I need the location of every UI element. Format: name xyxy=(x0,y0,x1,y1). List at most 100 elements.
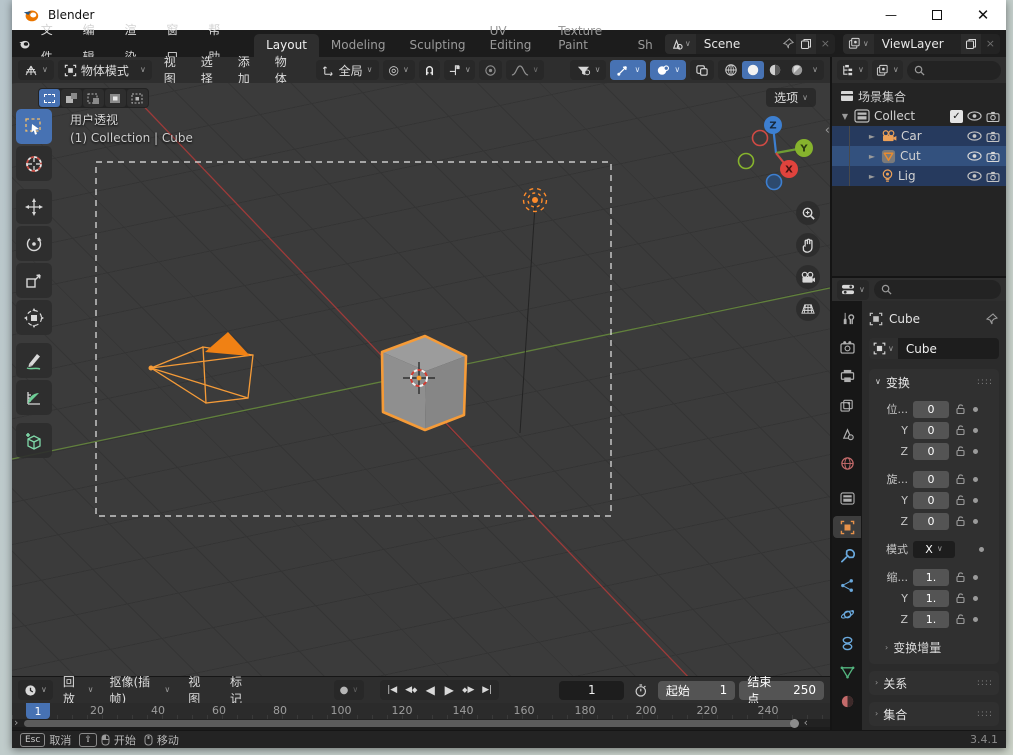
rotation-z-field[interactable]: 0 xyxy=(913,512,949,530)
object-browse-button[interactable]: ∨ xyxy=(869,338,898,359)
tab-modifiers[interactable] xyxy=(833,545,861,567)
scene-unlink-button[interactable]: × xyxy=(816,37,835,50)
tab-output[interactable] xyxy=(833,365,861,387)
render-visibility-icon[interactable] xyxy=(986,171,1000,182)
visibility-dropdown[interactable]: ∨ xyxy=(569,60,607,80)
expand-arrow-icon[interactable]: ► xyxy=(867,132,877,141)
minimize-button[interactable]: — xyxy=(868,0,914,30)
tab-particles[interactable] xyxy=(833,574,861,596)
menu-object[interactable]: 物体 xyxy=(267,53,300,87)
timeline-editor-type-button[interactable]: ∨ xyxy=(18,680,53,700)
delta-transform-panel[interactable]: › 变换增量 xyxy=(875,639,993,656)
select-subtract-button[interactable] xyxy=(83,89,104,107)
tool-move[interactable] xyxy=(16,189,52,224)
expand-arrow-icon[interactable]: ► xyxy=(867,152,877,161)
scale-x-field[interactable]: 1. xyxy=(913,568,949,586)
expand-arrow-icon[interactable]: ► xyxy=(867,172,877,181)
panel-grip[interactable]: :::: xyxy=(977,377,993,387)
sidebar-collapse-arrow[interactable]: ‹ xyxy=(825,123,830,138)
outliner-search-input[interactable] xyxy=(906,60,1001,80)
tool-rotate[interactable] xyxy=(16,226,52,261)
tab-material[interactable] xyxy=(833,690,861,712)
scene-browse-button[interactable]: ∨ xyxy=(664,33,696,54)
location-x-field[interactable]: 0 xyxy=(913,400,949,418)
tab-tool[interactable] xyxy=(833,307,861,329)
axis-x-ball[interactable]: X xyxy=(780,160,798,178)
lock-icon[interactable] xyxy=(954,613,966,625)
animate-dot[interactable] xyxy=(973,406,978,412)
animate-dot[interactable] xyxy=(973,448,978,454)
object-row-camera[interactable]: ► Car xyxy=(832,126,1006,146)
tab-object[interactable] xyxy=(833,516,861,538)
stopwatch-icon[interactable] xyxy=(634,683,648,698)
rotation-mode-selector[interactable]: X ∨ xyxy=(913,540,955,558)
tab-view-layer[interactable] xyxy=(833,394,861,416)
animate-dot[interactable] xyxy=(973,616,978,622)
tab-object-data[interactable] xyxy=(833,661,861,683)
show-gizmo-toggle[interactable]: ∨ xyxy=(610,60,647,80)
prev-keyframe-button[interactable]: ◀ ◆ xyxy=(402,681,420,699)
blender-menu-icon[interactable] xyxy=(18,37,31,51)
animate-dot[interactable] xyxy=(973,574,978,580)
lock-icon[interactable] xyxy=(954,424,966,436)
tab-texture-paint[interactable]: Texture Paint xyxy=(546,20,625,57)
camera-object[interactable] xyxy=(148,332,254,404)
menu-view[interactable]: 视图 xyxy=(156,53,189,87)
lock-icon[interactable] xyxy=(954,571,966,583)
play-reverse-button[interactable]: ◀ xyxy=(421,681,439,699)
tab-shading[interactable]: Sh xyxy=(626,34,665,57)
tab-scene[interactable] xyxy=(833,423,861,445)
scale-z-field[interactable]: 1. xyxy=(913,610,949,628)
transform-orientation-selector[interactable]: 全局 ∨ xyxy=(315,60,379,80)
properties-editor-type-button[interactable]: ∨ xyxy=(837,279,869,300)
viewport-3d[interactable]: 选项 ∨ 用户透视 (1) Collection | Cube Z Y X ‹ xyxy=(12,83,830,676)
expand-arrow-icon[interactable]: ▼ xyxy=(840,112,850,121)
tab-constraints[interactable] xyxy=(833,632,861,654)
render-visibility-icon[interactable] xyxy=(986,111,1000,122)
lock-icon[interactable] xyxy=(954,515,966,527)
show-overlays-toggle[interactable]: ∨ xyxy=(650,60,687,80)
auto-keying-button[interactable]: ● ∨ xyxy=(333,680,365,700)
playback-menu[interactable]: 回放 ∨ xyxy=(57,675,100,706)
mode-selector[interactable]: 物体模式 ∨ xyxy=(57,60,152,80)
maximize-button[interactable] xyxy=(914,0,960,30)
lock-icon[interactable] xyxy=(954,494,966,506)
scrollbar-knob[interactable] xyxy=(790,719,799,728)
playhead[interactable]: 1 xyxy=(26,703,50,719)
animate-dot[interactable] xyxy=(973,427,978,433)
rotation-x-field[interactable]: 0 xyxy=(913,470,949,488)
orthographic-toggle-button[interactable] xyxy=(796,297,820,321)
timeline-scrollbar[interactable] xyxy=(24,719,799,728)
tab-physics[interactable] xyxy=(833,603,861,625)
scroll-left-arrow[interactable]: › xyxy=(14,716,18,729)
tab-render[interactable] xyxy=(833,336,861,358)
shading-material-button[interactable] xyxy=(764,61,786,79)
select-intersect-button[interactable] xyxy=(127,89,148,107)
object-row-cube[interactable]: ► Cut xyxy=(832,146,1006,166)
timeline-ruler[interactable]: 20 40 60 80 100 120 140 160 180 200 220 … xyxy=(12,703,830,719)
tool-annotate[interactable] xyxy=(16,343,52,378)
view-layer-copy-button[interactable] xyxy=(960,33,981,54)
close-button[interactable]: ✕ xyxy=(960,0,1006,30)
jump-to-end-button[interactable]: ▶ | xyxy=(478,681,496,699)
proportional-falloff-selector[interactable]: ∨ xyxy=(505,60,544,80)
transform-panel-header[interactable]: ∨ 变换 :::: xyxy=(875,373,993,391)
menu-select[interactable]: 选择 xyxy=(193,53,226,87)
hide-eye-icon[interactable] xyxy=(967,151,982,161)
tool-add-cube[interactable] xyxy=(16,423,52,458)
tab-world[interactable] xyxy=(833,452,861,474)
tab-modeling[interactable]: Modeling xyxy=(319,34,398,57)
hide-eye-icon[interactable] xyxy=(967,131,982,141)
frame-end-field[interactable]: 结束点 250 xyxy=(739,675,824,706)
proportional-editing-toggle[interactable] xyxy=(478,60,502,80)
animate-dot[interactable] xyxy=(979,546,984,552)
hide-eye-icon[interactable] xyxy=(967,171,982,181)
pan-button[interactable] xyxy=(796,233,820,257)
pin-icon[interactable] xyxy=(782,37,795,50)
location-y-field[interactable]: 0 xyxy=(913,421,949,439)
panel-grip[interactable]: :::: xyxy=(977,709,993,719)
tool-measure[interactable] xyxy=(16,380,52,415)
editor-type-button[interactable]: ∨ xyxy=(18,60,54,80)
pivot-point-selector[interactable]: ◎ ∨ xyxy=(382,60,415,80)
axis-z-ball[interactable]: Z xyxy=(764,116,782,134)
